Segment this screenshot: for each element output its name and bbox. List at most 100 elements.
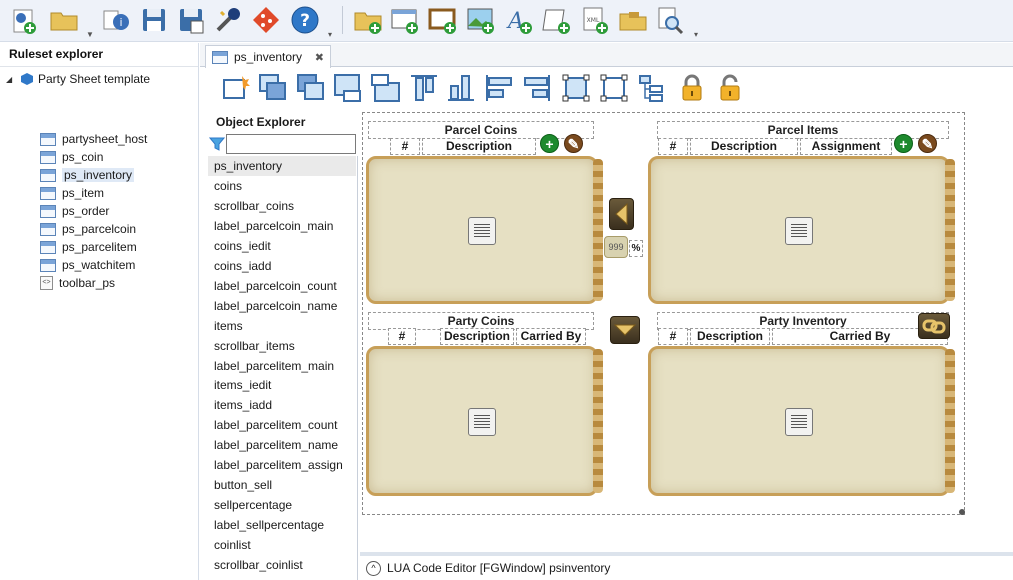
bring-forward-icon[interactable] — [332, 72, 364, 104]
object-item-coinlist[interactable]: coinlist — [208, 535, 356, 555]
new-control-icon[interactable] — [220, 72, 252, 104]
object-item-label-parcelcoin-name[interactable]: label_parcelcoin_name — [208, 296, 356, 316]
object-item-label-sellpercentage[interactable]: label_sellpercentage — [208, 515, 356, 535]
save-as-icon[interactable] — [175, 4, 207, 36]
open-folder-icon[interactable] — [48, 4, 80, 36]
lock-icon[interactable] — [676, 72, 708, 104]
object-item-label-parcelcoin-count[interactable]: label_parcelcoin_count — [208, 276, 356, 296]
object-item-coins[interactable]: coins — [208, 176, 356, 196]
tab-ps-inventory[interactable]: ps_inventory ✖ — [205, 45, 331, 68]
object-item-items-iedit[interactable]: items_iedit — [208, 375, 356, 395]
link-button[interactable] — [918, 313, 950, 339]
sell-button[interactable] — [609, 198, 634, 230]
parcel-items-description-header[interactable]: Description — [690, 138, 798, 155]
window-icon — [40, 240, 56, 254]
tree-root[interactable]: ◢ Party Sheet template — [6, 70, 150, 88]
filter-icon[interactable] — [209, 137, 225, 151]
party-coins-description-header[interactable]: Description — [440, 328, 514, 345]
tree-item-toolbar-ps[interactable]: <> toolbar_ps — [40, 274, 115, 292]
tree-item-partysheet-host[interactable]: partysheet_host — [40, 130, 147, 148]
overflow-chevron-icon[interactable]: ▾ — [328, 30, 332, 39]
object-item-label-parcelitem-name[interactable]: label_parcelitem_name — [208, 435, 356, 455]
object-item-scrollbar-coinlist[interactable]: scrollbar_coinlist — [208, 555, 356, 575]
object-item-button-sell[interactable]: button_sell — [208, 475, 356, 495]
lua-code-editor-bar[interactable]: ^ LUA Code Editor [FGWindow] psinventory — [360, 552, 1013, 580]
sell-percentage-field[interactable]: 999 — [604, 236, 628, 258]
bring-to-front-icon[interactable] — [257, 72, 289, 104]
send-to-back-icon[interactable] — [295, 72, 327, 104]
window-icon — [40, 222, 56, 236]
parcel-coins-title[interactable]: Parcel Coins — [368, 121, 594, 139]
anchor-icon[interactable] — [598, 72, 630, 104]
align-right-icon[interactable] — [521, 72, 553, 104]
parcel-items-assignment-header[interactable]: Assignment — [800, 138, 892, 155]
items-edit-button[interactable]: ✎ — [918, 134, 937, 153]
transfer-button[interactable] — [610, 316, 640, 344]
object-explorer-panel: Object Explorer ps_inventory coins scrol… — [208, 112, 358, 580]
align-top-icon[interactable] — [408, 72, 440, 104]
new-image-icon[interactable] — [465, 4, 497, 36]
sell-percentage-label: % — [629, 240, 643, 257]
party-coins-carried-by-header[interactable]: Carried By — [516, 328, 586, 345]
tree-item-ps-inventory[interactable]: ps_inventory — [40, 166, 135, 184]
object-item-label-parcelcoin-main[interactable]: label_parcelcoin_main — [208, 216, 356, 236]
object-item-items[interactable]: items — [208, 316, 356, 336]
new-xml-icon[interactable]: XML — [579, 4, 611, 36]
tree-item-ps-parcelitem[interactable]: ps_parcelitem — [40, 238, 137, 256]
tree-item-ps-order[interactable]: ps_order — [40, 202, 109, 220]
coins-add-button[interactable]: + — [540, 134, 559, 153]
design-canvas[interactable]: Parcel Coins # Description + ✎ 999 % Par… — [360, 110, 1013, 550]
object-item-scrollbar-items[interactable]: scrollbar_items — [208, 336, 356, 356]
same-size-icon[interactable] — [560, 72, 592, 104]
svg-text:?: ? — [300, 11, 310, 31]
new-font-icon[interactable]: A — [503, 4, 535, 36]
object-item-label-parcelitem-assign[interactable]: label_parcelitem_assign — [208, 455, 356, 475]
hierarchy-icon[interactable] — [636, 72, 668, 104]
new-script-icon[interactable] — [541, 4, 573, 36]
save-icon[interactable] — [138, 4, 170, 36]
object-item-ps-inventory[interactable]: ps_inventory — [208, 156, 356, 176]
tree-item-ps-watchitem[interactable]: ps_watchitem — [40, 256, 135, 274]
items-add-button[interactable]: + — [894, 134, 913, 153]
ruleset-info-icon[interactable]: i — [100, 4, 132, 36]
object-item-label-parcelitem-main[interactable]: label_parcelitem_main — [208, 356, 356, 376]
chevron-down-icon[interactable]: ▼ — [86, 30, 94, 39]
align-bottom-icon[interactable] — [445, 72, 477, 104]
party-coins-count-header[interactable]: # — [388, 328, 416, 345]
new-archive-icon[interactable] — [617, 4, 649, 36]
align-left-icon[interactable] — [483, 72, 515, 104]
tree-item-ps-item[interactable]: ps_item — [40, 184, 104, 202]
send-backward-icon[interactable] — [370, 72, 402, 104]
object-item-items-iadd[interactable]: items_iadd — [208, 395, 356, 415]
parcel-coins-count-header[interactable]: # — [390, 138, 420, 155]
party-inventory-count-header[interactable]: # — [658, 328, 688, 345]
build-icon[interactable] — [212, 4, 244, 36]
expand-icon[interactable]: ^ — [366, 560, 381, 576]
new-window-icon[interactable] — [389, 4, 421, 36]
new-folder-icon[interactable] — [352, 4, 384, 36]
find-icon[interactable] — [654, 4, 686, 36]
object-item-coins-iedit[interactable]: coins_iedit — [208, 236, 356, 256]
party-inventory-description-header[interactable]: Description — [690, 328, 770, 345]
object-item-sellpercentage[interactable]: sellpercentage — [208, 495, 356, 515]
filter-input[interactable] — [226, 134, 356, 154]
coins-edit-button[interactable]: ✎ — [564, 134, 583, 153]
object-item-label-parcelitem-count[interactable]: label_parcelitem_count — [208, 415, 356, 435]
collapse-arrow-icon[interactable]: ◢ — [6, 75, 16, 84]
help-icon[interactable]: ? — [289, 4, 321, 36]
tree-item-ps-parcelcoin[interactable]: ps_parcelcoin — [40, 220, 136, 238]
unlock-icon[interactable] — [714, 72, 746, 104]
filter-bar — [208, 134, 358, 154]
tree-item-label: ps_parcelitem — [62, 240, 137, 254]
object-item-coins-iadd[interactable]: coins_iadd — [208, 256, 356, 276]
resize-handle[interactable] — [959, 509, 965, 515]
git-icon[interactable] — [250, 4, 282, 36]
tree-item-ps-coin[interactable]: ps_coin — [40, 148, 103, 166]
new-ruleset-icon[interactable] — [8, 4, 40, 36]
object-item-scrollbar-coins[interactable]: scrollbar_coins — [208, 196, 356, 216]
parcel-items-count-header[interactable]: # — [658, 138, 688, 155]
parcel-coins-description-header[interactable]: Description — [422, 138, 536, 155]
new-frame-icon[interactable] — [427, 4, 459, 36]
close-icon[interactable]: ✖ — [315, 51, 324, 64]
overflow-chevron-icon[interactable]: ▾ — [694, 30, 698, 39]
